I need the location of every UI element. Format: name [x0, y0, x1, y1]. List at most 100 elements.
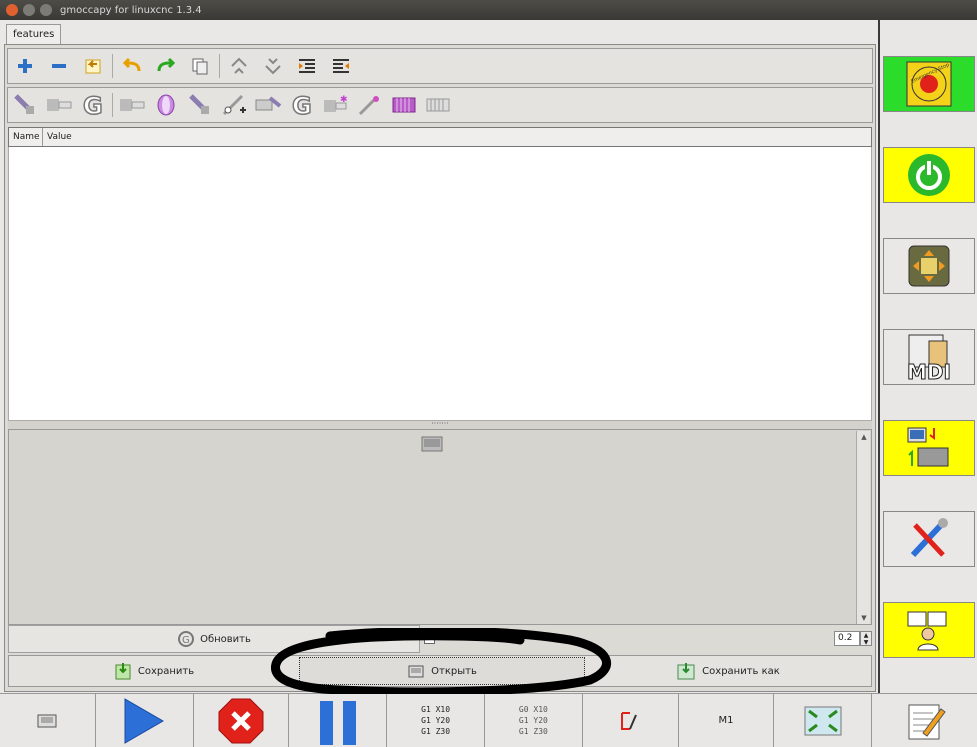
gcode-line: G1 Y20 — [421, 716, 451, 725]
stop-button[interactable] — [193, 693, 290, 747]
probe-tool-icon[interactable] — [353, 90, 387, 120]
step-gcode: G1 X10 G1 Y20 G1 Z30 — [421, 704, 450, 737]
estop-button[interactable]: Emergency-Stop — [883, 56, 975, 112]
user-tabs-icon — [907, 611, 947, 651]
svg-text:✱: ✱ — [340, 95, 348, 105]
close-window-button[interactable] — [6, 4, 18, 16]
tab-bar: features — [0, 22, 880, 44]
block-delete-icon — [621, 711, 638, 730]
manual-mode-button[interactable] — [883, 238, 975, 294]
m1-label: M1 — [718, 715, 734, 726]
import-icon[interactable] — [76, 51, 110, 81]
drill-icon[interactable] — [8, 90, 42, 120]
g-code-2-icon[interactable]: G — [285, 90, 319, 120]
open-file-button[interactable] — [0, 693, 96, 747]
preview-pane: ▲ ▼ — [8, 429, 872, 625]
auto-refresh-checkbox[interactable] — [424, 633, 435, 644]
scroll-down-icon[interactable]: ▼ — [857, 612, 871, 624]
pause-button[interactable] — [289, 693, 388, 747]
features-frame: G G ✱ Name Value ······· ▲ ▼ G Обновить … — [4, 44, 876, 692]
run-from-line-button[interactable]: G0 X10 G1 Y20 G1 Z30 — [484, 693, 583, 747]
run-button[interactable] — [95, 693, 194, 747]
tools-icon — [910, 518, 948, 558]
save-icon — [115, 663, 131, 680]
step-button[interactable]: G1 X10 G1 Y20 G1 Z30 — [387, 693, 485, 747]
undo-icon[interactable] — [115, 51, 149, 81]
toolbar-separator — [112, 54, 113, 78]
maximize-window-button[interactable] — [40, 4, 52, 16]
optional-skip-button[interactable] — [582, 693, 679, 747]
open-button[interactable]: Открыть — [299, 657, 585, 685]
mdi-icon: MDI — [907, 334, 951, 383]
cnc-machine-icon — [907, 427, 949, 467]
save-label: Сохранить — [137, 665, 195, 677]
scale-value[interactable]: 0.2 — [834, 631, 860, 646]
svg-text:MDI: MDI — [907, 360, 951, 383]
move-up-icon[interactable] — [222, 51, 256, 81]
toolbar-separator — [112, 93, 113, 117]
table-header: Name Value — [8, 127, 872, 147]
thread-tool-icon[interactable] — [251, 90, 285, 120]
main-panel: features G G ✱ Name Value ······· ▲ ▼ G … — [0, 20, 880, 693]
pane-splitter[interactable]: ······· — [8, 420, 872, 429]
indent-icon[interactable] — [290, 51, 324, 81]
app-window: gmoccapy for linuxcnc 1.3.4 features G G… — [0, 0, 977, 747]
add-icon[interactable] — [8, 51, 42, 81]
svg-text:G: G — [182, 635, 190, 646]
gcode-line: G0 X10 — [518, 705, 548, 714]
right-button-panel: Emergency-Stop MDI — [880, 20, 977, 693]
features-toolbar: G G ✱ — [7, 87, 873, 123]
remove-icon[interactable] — [42, 51, 76, 81]
tab-features[interactable]: features — [6, 24, 62, 44]
move-down-icon[interactable] — [256, 51, 290, 81]
gcode-line: G1 Z30 — [421, 727, 451, 736]
gcode-line: G1 Z30 — [518, 727, 548, 736]
mdi-button[interactable]: MDI — [883, 329, 975, 385]
settings-button[interactable] — [883, 511, 975, 567]
copy-icon[interactable] — [183, 51, 217, 81]
minimize-window-button[interactable] — [23, 4, 35, 16]
g-code-icon[interactable]: G — [76, 90, 110, 120]
gcode-line: G1 X10 — [421, 705, 451, 714]
open-icon — [408, 665, 424, 678]
pipe-icon[interactable] — [42, 90, 76, 120]
window-title: gmoccapy for linuxcnc 1.3.4 — [60, 4, 202, 16]
drill-tool-icon[interactable] — [183, 90, 217, 120]
bottom-button-bar: G1 X10 G1 Y20 G1 Z30 G0 X10 G1 Y20 G1 Z3… — [0, 693, 977, 747]
unindent-icon[interactable] — [324, 51, 358, 81]
column-value[interactable]: Value — [43, 128, 871, 146]
refresh-button[interactable]: G Обновить — [8, 625, 420, 653]
auto-mode-button[interactable] — [883, 420, 975, 476]
power-button[interactable] — [883, 147, 975, 203]
features-tree[interactable] — [8, 147, 872, 421]
tube-icon[interactable] — [115, 90, 149, 120]
refresh-label: Обновить — [200, 633, 251, 645]
emergency-stop-icon: Emergency-Stop — [906, 61, 952, 107]
ring-icon[interactable] — [149, 90, 183, 120]
optional-stop-button[interactable]: M1 — [678, 693, 775, 747]
spin-arrows-icon[interactable]: ▲ ▼ — [860, 631, 872, 646]
save-as-button[interactable]: Сохранить как — [585, 657, 871, 685]
fullscreen-button[interactable] — [774, 693, 873, 747]
toolbar-separator — [219, 54, 220, 78]
thread-icon[interactable] — [421, 90, 455, 120]
save-as-label: Сохранить как — [702, 665, 780, 677]
refresh-icon: G — [178, 631, 195, 647]
run-from-line-gcode: G0 X10 G1 Y20 G1 Z30 — [519, 704, 548, 737]
preview-scrollbar[interactable]: ▲ ▼ — [856, 431, 870, 624]
column-name[interactable]: Name — [9, 128, 43, 146]
save-button[interactable]: Сохранить — [9, 657, 299, 685]
user-tabs-button[interactable] — [883, 602, 975, 658]
redo-icon[interactable] — [149, 51, 183, 81]
point-tool-icon[interactable] — [217, 90, 251, 120]
pipe-star-icon[interactable]: ✱ — [319, 90, 353, 120]
open-label: Открыть — [431, 665, 477, 677]
play-icon — [124, 697, 165, 744]
edit-button[interactable] — [872, 693, 977, 747]
scroll-up-icon[interactable]: ▲ — [857, 431, 871, 443]
open-file-icon — [37, 714, 57, 727]
save-as-icon — [677, 663, 695, 680]
pink-thread-icon[interactable] — [387, 90, 421, 120]
scale-spinner[interactable]: 0.2 ▲ ▼ — [834, 631, 872, 646]
fullscreen-icon — [804, 706, 842, 735]
